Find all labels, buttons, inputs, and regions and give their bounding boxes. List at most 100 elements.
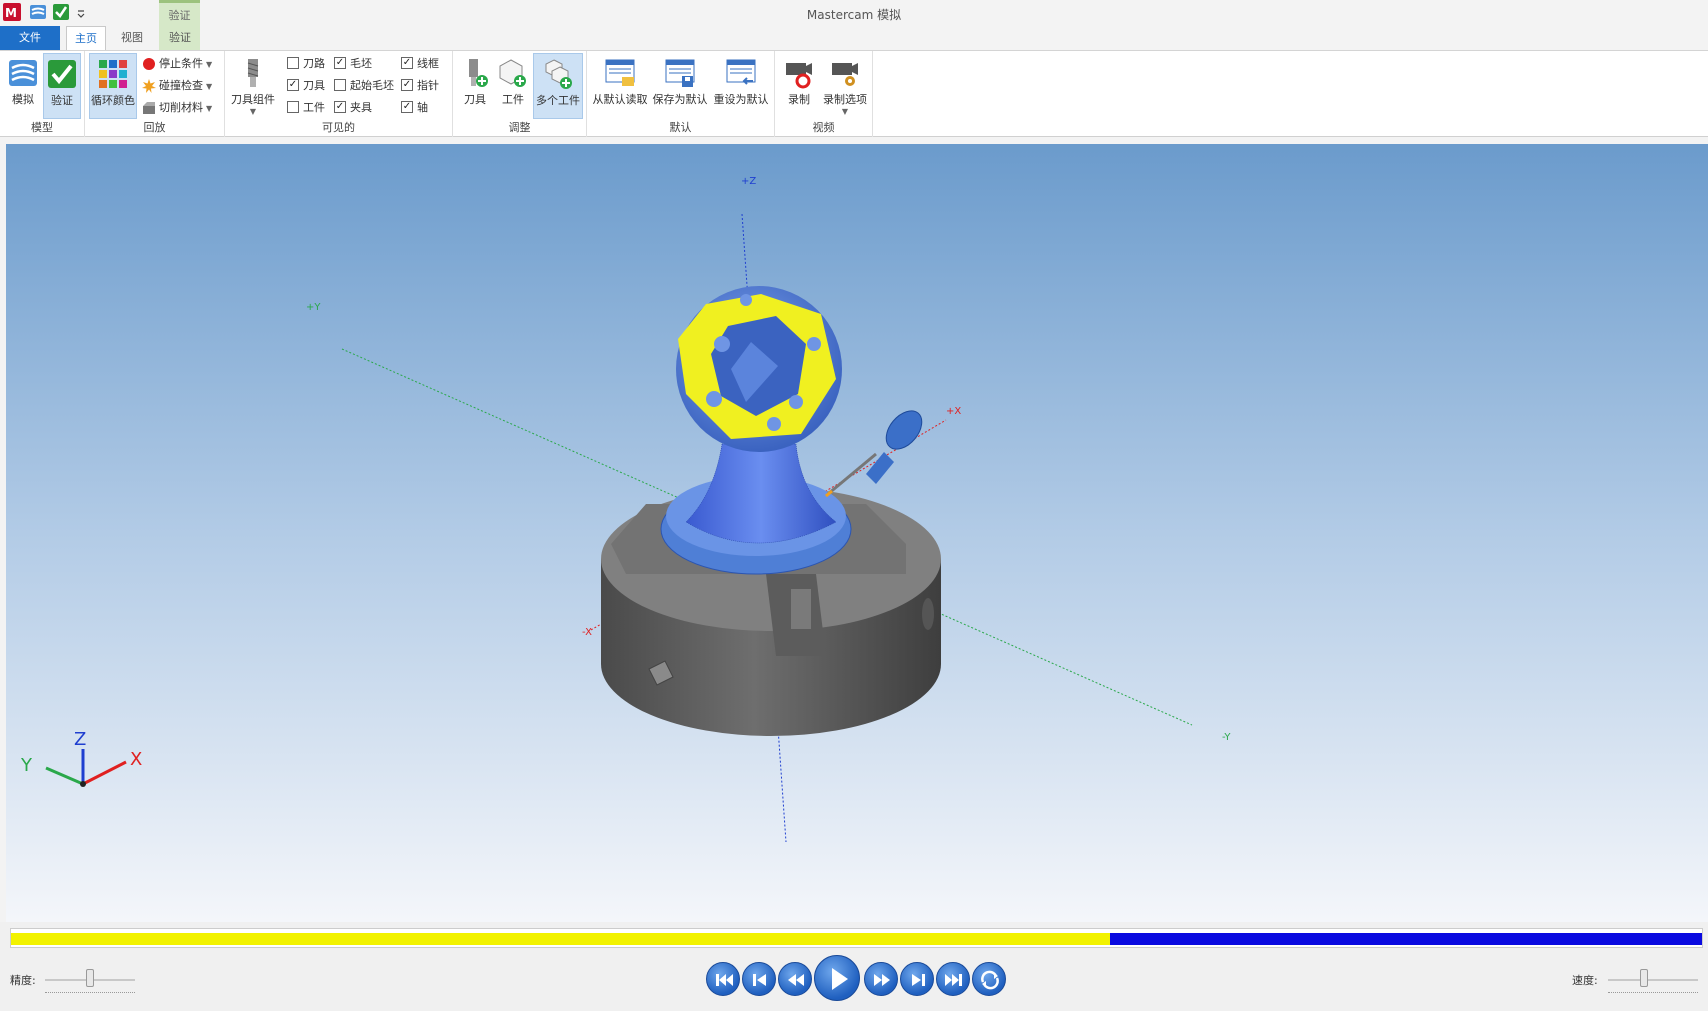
axis-label-pz: +Z — [741, 176, 756, 187]
pointer-checkbox[interactable]: ✓ 指针 — [401, 76, 439, 96]
stop-condition-button[interactable]: 停止条件 ▼ — [142, 54, 212, 74]
viewport-canvas[interactable]: +Z +Y +X -X -Y Z X Y — [6, 144, 1708, 922]
checkbox-box[interactable] — [334, 79, 346, 91]
group-adjust: 刀具 工件 多个工件 调整 — [453, 51, 587, 137]
speed-slider[interactable] — [1608, 979, 1698, 981]
step-forward-icon — [912, 974, 925, 986]
verify-button[interactable]: 验证 — [43, 53, 81, 119]
go-to-start-button[interactable] — [706, 962, 740, 996]
tab-file[interactable]: 文件 — [0, 26, 60, 50]
save-default-label: 保存为默认 — [652, 93, 708, 106]
verify-icon — [48, 60, 76, 88]
group-video: 录制 录制选项 ▼ 视频 — [775, 51, 873, 137]
checkbox-box[interactable]: ✓ — [334, 57, 346, 69]
dropdown-arrow-icon: ▼ — [206, 60, 213, 69]
triad-y-label: Y — [20, 755, 33, 776]
title-bar: M Mastercam 模拟 — [0, 0, 1708, 26]
record-options-button[interactable]: 录制选项 ▼ — [821, 53, 869, 119]
next-button[interactable] — [900, 962, 934, 996]
multi-workpiece-label: 多个工件 — [536, 94, 580, 107]
load-default-label: 从默认读取 — [592, 93, 648, 106]
dropdown-arrow-icon: ▼ — [206, 82, 213, 91]
previous-button[interactable] — [742, 962, 776, 996]
color-grid-icon — [99, 60, 127, 88]
skip-first-icon — [716, 974, 733, 986]
record-label: 录制 — [788, 93, 810, 106]
loop-button[interactable] — [972, 962, 1006, 996]
play-icon — [832, 968, 848, 990]
checkbox-box[interactable]: ✓ — [401, 79, 413, 91]
checkbox-box[interactable]: ✓ — [401, 57, 413, 69]
record-camera-icon — [786, 63, 812, 89]
simulate-label: 模拟 — [12, 93, 34, 106]
checkbox-box[interactable]: ✓ — [334, 101, 346, 113]
go-to-end-button[interactable] — [936, 962, 970, 996]
axis-label-ny: -Y — [1222, 732, 1231, 743]
workpiece-checkbox-label: 工件 — [303, 101, 325, 114]
step-back-icon — [753, 974, 766, 986]
group-model: 模拟 验证 模型 — [0, 51, 85, 137]
record-button[interactable]: 录制 — [779, 53, 819, 119]
rewind-icon — [788, 974, 804, 986]
verify-label: 验证 — [51, 94, 73, 107]
cut-material-label: 切削材料 — [159, 101, 203, 114]
speed-label: 速度: — [1572, 974, 1598, 987]
group-default-label: 默认 — [669, 121, 692, 134]
cut-material-icon — [143, 102, 155, 114]
checkbox-box[interactable] — [287, 57, 299, 69]
cut-material-button[interactable]: 切削材料 ▼ — [142, 98, 212, 118]
tool-checkbox[interactable]: ✓ 刀具 — [287, 76, 325, 96]
tab-verify[interactable]: 验证 — [160, 26, 200, 50]
record-options-label: 录制选项 — [823, 93, 867, 106]
tab-home[interactable]: 主页 — [66, 26, 106, 51]
checkbox-box[interactable]: ✓ — [401, 101, 413, 113]
workpiece-checkbox[interactable]: 工件 — [287, 98, 325, 118]
group-visible-label: 可见的 — [322, 121, 355, 134]
save-default-button[interactable]: 保存为默认 — [651, 53, 709, 119]
wireframe-checkbox[interactable]: ✓ 线框 — [401, 54, 439, 74]
simulation-viewport[interactable]: +Z +Y +X -X -Y Z X Y — [6, 144, 1708, 922]
collision-check-button[interactable]: 碰撞检查 ▼ — [142, 76, 212, 96]
adjust-workpiece-button[interactable]: 工件 — [495, 53, 531, 119]
play-button[interactable] — [814, 955, 860, 1001]
multi-workpiece-icon — [545, 59, 572, 89]
tool-adjust-icon — [469, 59, 488, 87]
initial-stock-checkbox[interactable]: 起始毛坯 — [334, 76, 394, 96]
ribbon-tab-row: 文件 主页 视图 验证 — [0, 26, 1708, 51]
fast-forward-button[interactable] — [864, 962, 898, 996]
loop-icon — [981, 970, 999, 990]
stock-checkbox[interactable]: ✓ 毛坯 — [334, 54, 372, 74]
toolpath-checkbox[interactable]: 刀路 — [287, 54, 325, 74]
window-title: Mastercam 模拟 — [806, 8, 902, 22]
progress-remaining — [1110, 933, 1702, 945]
axis-checkbox-label: 轴 — [417, 101, 428, 114]
checkbox-box[interactable]: ✓ — [287, 79, 299, 91]
precision-label: 精度: — [10, 974, 36, 987]
skip-last-icon — [945, 974, 962, 986]
reset-default-label: 重设为默认 — [713, 93, 769, 106]
simulate-button[interactable]: 模拟 — [4, 53, 42, 119]
speed-slider-ticks — [1608, 989, 1698, 993]
load-default-button[interactable]: 从默认读取 — [591, 53, 649, 119]
cycle-color-label: 循环颜色 — [91, 94, 135, 107]
tab-view[interactable]: 视图 — [112, 26, 152, 50]
stop-icon — [143, 58, 155, 70]
group-playback-label: 回放 — [143, 121, 166, 134]
multi-workpiece-button[interactable]: 多个工件 — [533, 53, 583, 119]
dropdown-arrow-icon: ▼ — [841, 107, 849, 116]
precision-slider-ticks — [45, 989, 135, 993]
wireframe-checkbox-label: 线框 — [417, 57, 439, 70]
adjust-tool-button[interactable]: 刀具 — [457, 53, 493, 119]
simulation-progress-bar[interactable] — [10, 928, 1703, 948]
rewind-button[interactable] — [778, 962, 812, 996]
fixture-checkbox[interactable]: ✓ 夹具 — [334, 98, 372, 118]
tool-component-button[interactable]: 刀具组件 ▼ — [229, 53, 277, 119]
cycle-color-button[interactable]: 循环颜色 — [89, 53, 137, 119]
checkbox-box[interactable] — [287, 101, 299, 113]
axis-checkbox[interactable]: ✓ 轴 — [401, 98, 428, 118]
fast-forward-icon — [874, 974, 890, 986]
reset-default-button[interactable]: 重设为默认 — [711, 53, 771, 119]
axis-label-px: +X — [946, 406, 961, 417]
speed-slider-thumb[interactable] — [1640, 969, 1648, 987]
precision-slider-thumb[interactable] — [86, 969, 94, 987]
